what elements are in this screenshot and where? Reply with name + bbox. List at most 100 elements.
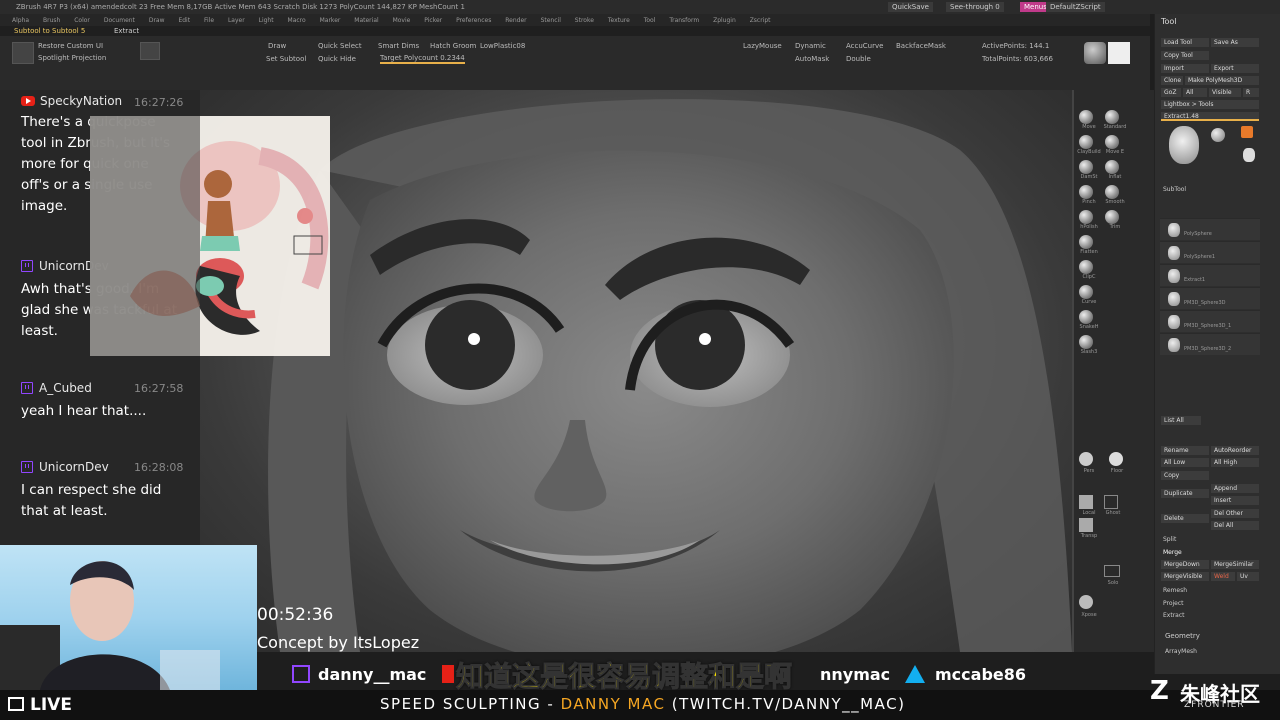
remesh-header[interactable]: Remesh bbox=[1163, 587, 1187, 594]
subtool-to-subtool-button[interactable]: Subtool to Subtool 5 bbox=[14, 27, 85, 35]
target-polycount-slider[interactable]: Target Polycount 0.2344 bbox=[380, 54, 465, 64]
lightbox-tools-button[interactable]: Lightbox > Tools bbox=[1161, 100, 1259, 109]
current-tool-thumbnail[interactable] bbox=[1169, 126, 1199, 164]
trim-brush-icon[interactable] bbox=[1105, 210, 1119, 224]
solo-icon[interactable] bbox=[1104, 565, 1120, 577]
geometry-header[interactable]: Geometry bbox=[1165, 632, 1200, 640]
menu-stroke[interactable]: Stroke bbox=[575, 17, 594, 24]
concept-reference-image[interactable] bbox=[90, 116, 330, 356]
duplicate-button[interactable]: Duplicate bbox=[1161, 489, 1209, 498]
material-thumbnail[interactable] bbox=[12, 42, 34, 64]
menu-layer[interactable]: Layer bbox=[228, 17, 245, 24]
quicksave-button[interactable]: QuickSave bbox=[888, 2, 933, 12]
menu-material[interactable]: Material bbox=[354, 17, 378, 24]
goz-r-button[interactable]: R bbox=[1243, 88, 1259, 97]
pinch-brush-icon[interactable] bbox=[1079, 185, 1093, 199]
copy-subtool-button[interactable]: Copy bbox=[1161, 471, 1209, 480]
uv-button[interactable]: Uv bbox=[1237, 572, 1259, 581]
menu-preferences[interactable]: Preferences bbox=[456, 17, 491, 24]
quick-select-button[interactable]: Quick Select bbox=[318, 42, 362, 50]
smart-dims-button[interactable]: Smart Dims bbox=[378, 42, 419, 50]
menu-document[interactable]: Document bbox=[104, 17, 135, 24]
backface-mask-button[interactable]: BackfaceMask bbox=[896, 42, 946, 50]
save-as-button[interactable]: Save As bbox=[1211, 38, 1259, 47]
extract-thickness-slider[interactable]: Extract1.48 bbox=[1161, 112, 1259, 121]
hatch-groom-button[interactable]: Hatch Groom bbox=[430, 42, 476, 50]
all-high-button[interactable]: All High bbox=[1211, 458, 1259, 467]
simple-brush-icon[interactable] bbox=[1241, 126, 1253, 138]
menu-brush[interactable]: Brush bbox=[43, 17, 60, 24]
slash3-brush-icon[interactable] bbox=[1079, 335, 1093, 349]
menu-picker[interactable]: Picker bbox=[424, 17, 442, 24]
make-polymesh-button[interactable]: Make PolyMesh3D bbox=[1185, 76, 1259, 85]
menu-light[interactable]: Light bbox=[259, 17, 274, 24]
arraymesh-header[interactable]: ArrayMesh bbox=[1165, 648, 1197, 655]
export-button[interactable]: Export bbox=[1211, 64, 1259, 73]
zbrush-viewport[interactable] bbox=[200, 90, 1072, 652]
subtool-row[interactable]: PolySphere bbox=[1160, 218, 1260, 240]
ghost-icon[interactable] bbox=[1104, 495, 1118, 509]
subtool-header[interactable]: SubTool bbox=[1163, 186, 1186, 193]
merge-similar-button[interactable]: MergeSimilar bbox=[1211, 560, 1259, 569]
move-e-brush-icon[interactable] bbox=[1105, 135, 1119, 149]
brush-thumbnail[interactable] bbox=[140, 42, 160, 60]
list-all-button[interactable]: List All bbox=[1161, 416, 1201, 425]
standard-brush-icon[interactable] bbox=[1105, 110, 1119, 124]
goz-button[interactable]: GoZ bbox=[1161, 88, 1181, 97]
split-header[interactable]: Split bbox=[1163, 536, 1176, 543]
import-button[interactable]: Import bbox=[1161, 64, 1209, 73]
menu-zplugin[interactable]: Zplugin bbox=[713, 17, 736, 24]
floor-icon[interactable] bbox=[1109, 452, 1123, 466]
dynamic-button[interactable]: Dynamic bbox=[795, 42, 826, 50]
weld-button[interactable]: Weld bbox=[1211, 572, 1235, 581]
move-brush-icon[interactable] bbox=[1079, 110, 1093, 124]
inflat-brush-icon[interactable] bbox=[1105, 160, 1119, 174]
menu-stencil[interactable]: Stencil bbox=[541, 17, 561, 24]
snakehook-brush-icon[interactable] bbox=[1079, 310, 1093, 324]
append-button[interactable]: Append bbox=[1211, 484, 1259, 493]
xpose-icon[interactable] bbox=[1079, 595, 1093, 609]
sphere-preview-icon[interactable] bbox=[1084, 42, 1106, 64]
set-subtool-button[interactable]: Set Subtool bbox=[266, 55, 306, 63]
rename-button[interactable]: Rename bbox=[1161, 446, 1209, 455]
transp-icon[interactable] bbox=[1079, 518, 1093, 532]
extract-header[interactable]: Extract bbox=[1163, 612, 1185, 619]
lazy-mouse-button[interactable]: LazyMouse bbox=[743, 42, 782, 50]
all-low-button[interactable]: All Low bbox=[1161, 458, 1209, 467]
flatten-brush-icon[interactable] bbox=[1079, 235, 1093, 249]
merge-visible-button[interactable]: MergeVisible bbox=[1161, 572, 1209, 581]
smooth-brush-icon[interactable] bbox=[1105, 185, 1119, 199]
accucurve-button[interactable]: AccuCurve bbox=[846, 42, 883, 50]
hpolish-brush-icon[interactable] bbox=[1079, 210, 1093, 224]
menu-macro[interactable]: Macro bbox=[288, 17, 306, 24]
lowplastic-button[interactable]: LowPlastic08 bbox=[480, 42, 525, 50]
menu-movie[interactable]: Movie bbox=[393, 17, 411, 24]
goz-all-button[interactable]: All bbox=[1183, 88, 1207, 97]
menu-tool[interactable]: Tool bbox=[644, 17, 656, 24]
quick-hide-button[interactable]: Quick Hide bbox=[318, 55, 356, 63]
subtool-row[interactable]: PM3D_Sphere3D_2 bbox=[1160, 333, 1260, 355]
del-other-button[interactable]: Del Other bbox=[1211, 509, 1259, 518]
persp-icon[interactable] bbox=[1079, 452, 1093, 466]
clone-button[interactable]: Clone bbox=[1161, 76, 1183, 85]
automask-button[interactable]: AutoMask bbox=[795, 55, 829, 63]
polysphere-tool-icon[interactable] bbox=[1211, 128, 1225, 142]
merge-down-button[interactable]: MergeDown bbox=[1161, 560, 1209, 569]
clipc-brush-icon[interactable] bbox=[1079, 260, 1093, 274]
curve-brush-icon[interactable] bbox=[1079, 285, 1093, 299]
default-zscript-button[interactable]: DefaultZScript bbox=[1046, 2, 1105, 12]
menu-marker[interactable]: Marker bbox=[320, 17, 341, 24]
project-header[interactable]: Project bbox=[1163, 600, 1184, 607]
menu-draw[interactable]: Draw bbox=[149, 17, 165, 24]
menu-file[interactable]: File bbox=[204, 17, 214, 24]
double-button[interactable]: Double bbox=[846, 55, 871, 63]
menu-zscript[interactable]: Zscript bbox=[750, 17, 771, 24]
load-tool-button[interactable]: Load Tool bbox=[1161, 38, 1209, 47]
merge-header[interactable]: Merge bbox=[1163, 549, 1182, 556]
subtool-row[interactable]: Extract1 bbox=[1160, 264, 1260, 286]
subtool-row[interactable]: PM3D_Sphere3D_1 bbox=[1160, 310, 1260, 332]
del-all-button[interactable]: Del All bbox=[1211, 521, 1259, 530]
menu-edit[interactable]: Edit bbox=[178, 17, 190, 24]
subtool-row[interactable]: PolySphere1 bbox=[1160, 241, 1260, 263]
copy-tool-button[interactable]: Copy Tool bbox=[1161, 51, 1209, 60]
